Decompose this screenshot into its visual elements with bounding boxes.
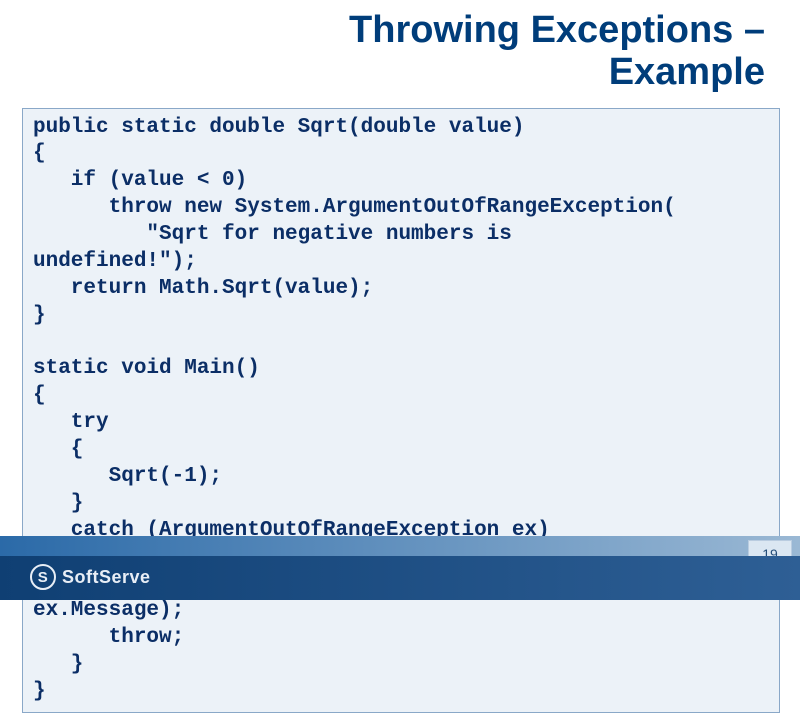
brand-name: SoftServe xyxy=(62,567,151,588)
brand: SoftServe xyxy=(30,564,151,590)
footer-bar: 19 SoftServe xyxy=(0,536,800,600)
footer-stripe-light: 19 xyxy=(0,536,800,556)
brand-logo-icon xyxy=(30,564,56,590)
code-content: public static double Sqrt(double value) … xyxy=(33,116,676,703)
code-block: public static double Sqrt(double value) … xyxy=(22,108,780,713)
title-line-2: Example xyxy=(609,51,765,93)
footer-stripe-dark: SoftServe xyxy=(0,556,800,600)
slide-title: Throwing Exceptions – Example xyxy=(0,0,800,104)
title-line-1: Throwing Exceptions – xyxy=(349,9,765,51)
